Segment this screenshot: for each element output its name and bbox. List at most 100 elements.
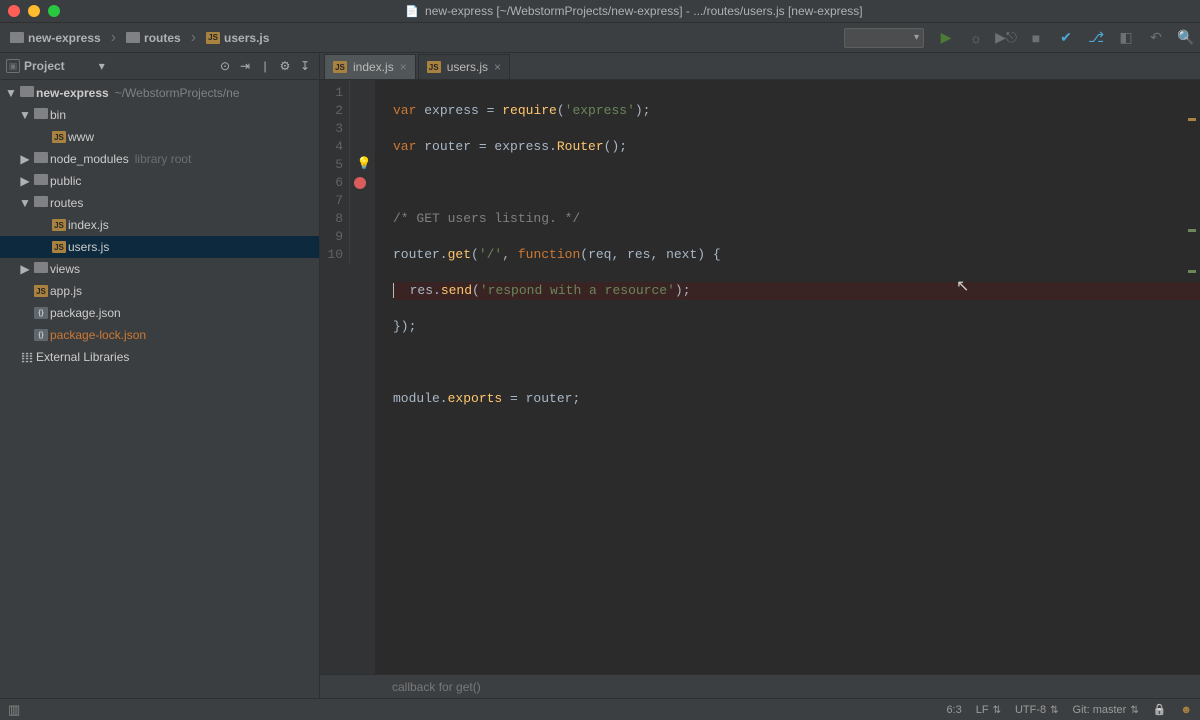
project-tree[interactable]: ▼ new-express ~/WebstormProjects/ne ▼ bi…	[0, 80, 319, 368]
tree-index-js[interactable]: index.js	[0, 214, 319, 236]
project-header: ▣ Project ▾ ⊙ ⇥ | ⚙ ↧	[0, 53, 319, 80]
minimize-window-button[interactable]	[28, 5, 40, 17]
view-mode-dropdown-icon[interactable]: ▾	[99, 59, 105, 73]
tab-label: index.js	[353, 60, 394, 74]
tree-label: package.json	[50, 306, 121, 320]
code-area[interactable]: var express = require('express'); var ro…	[375, 80, 1200, 674]
tree-routes[interactable]: ▼ routes	[0, 192, 319, 214]
tree-public[interactable]: ▶ public	[0, 170, 319, 192]
ok-marker[interactable]	[1188, 229, 1196, 232]
run-icon[interactable]: ▶	[938, 30, 954, 46]
gutter[interactable]: 1 2 3 4 5 6 7 8 9 10 💡	[320, 80, 375, 674]
folder-icon	[10, 31, 24, 45]
main-area: ▣ Project ▾ ⊙ ⇥ | ⚙ ↧ ▼ new-express ~/We…	[0, 53, 1200, 698]
js-file-icon	[427, 61, 441, 73]
tree-views[interactable]: ▶ views	[0, 258, 319, 280]
code-line[interactable]: router.get('/', function(req, res, next)…	[393, 246, 1200, 264]
encoding[interactable]: UTF-8	[1015, 704, 1059, 716]
code-line[interactable]	[393, 174, 1200, 192]
twisty-icon[interactable]: ▼	[18, 108, 32, 122]
tab-index-js[interactable]: index.js ×	[324, 54, 416, 79]
code-line[interactable]: });	[393, 318, 1200, 336]
js-file-icon	[34, 285, 48, 297]
tree-label: views	[50, 262, 80, 276]
tree-package-lock[interactable]: package-lock.json	[0, 324, 319, 346]
vcs-icon[interactable]: ⎇	[1088, 30, 1104, 46]
tree-root-label: new-express	[36, 86, 109, 100]
tree-label: External Libraries	[36, 350, 129, 364]
hide-icon[interactable]: ↧	[297, 59, 313, 73]
js-file-icon	[52, 241, 66, 253]
code-line[interactable]: module.exports = router;	[393, 390, 1200, 408]
breadcrumb-file[interactable]: users.js	[202, 29, 273, 47]
line-number: 9	[320, 228, 349, 246]
debug-icon[interactable]: ☼	[968, 30, 984, 46]
code-line[interactable]: /* GET users listing. */	[393, 210, 1200, 228]
breadcrumb-dir[interactable]: routes	[122, 29, 185, 47]
folder-icon	[20, 86, 34, 100]
update-icon[interactable]: ✔	[1058, 30, 1074, 46]
gear-icon[interactable]: ⚙	[277, 59, 293, 73]
coverage-icon[interactable]: ▶⎋	[998, 30, 1014, 46]
code-line[interactable]	[393, 354, 1200, 372]
breakpoint-marker[interactable]	[354, 177, 366, 189]
folder-icon	[34, 174, 48, 188]
tree-users-js[interactable]: users.js	[0, 236, 319, 258]
tree-label: app.js	[50, 284, 82, 298]
git-branch[interactable]: Git: master	[1073, 704, 1139, 716]
code-line[interactable]: var express = require('express');	[393, 102, 1200, 120]
tree-package-json[interactable]: package.json	[0, 302, 319, 324]
editor-body[interactable]: 1 2 3 4 5 6 7 8 9 10 💡 var express = req…	[320, 80, 1200, 674]
maximize-window-button[interactable]	[48, 5, 60, 17]
collapse-icon[interactable]: ⇥	[237, 59, 253, 73]
folder-icon	[34, 108, 48, 122]
lightbulb-icon[interactable]: 💡	[357, 157, 371, 171]
line-number: 8	[320, 210, 349, 228]
breadcrumb-root-label: new-express	[28, 31, 101, 45]
code-line[interactable]: var router = express.Router();	[393, 138, 1200, 156]
lock-icon[interactable]	[1153, 703, 1167, 716]
line-number: 7	[320, 192, 349, 210]
tool-windows-icon[interactable]	[8, 702, 20, 718]
target-icon[interactable]: ⊙	[217, 59, 233, 73]
close-icon[interactable]: ×	[400, 60, 407, 74]
run-config-select[interactable]	[844, 28, 924, 48]
tree-root[interactable]: ▼ new-express ~/WebstormProjects/ne	[0, 82, 319, 104]
twisty-icon[interactable]: ▶	[18, 152, 32, 166]
chevron-right-icon	[109, 29, 118, 47]
close-icon[interactable]: ×	[494, 60, 501, 74]
line-separator[interactable]: LF	[976, 704, 1001, 716]
breadcrumb-root[interactable]: new-express	[6, 29, 105, 47]
twisty-icon[interactable]: ▶	[18, 174, 32, 188]
twisty-icon[interactable]: ▶	[18, 262, 32, 276]
close-window-button[interactable]	[8, 5, 20, 17]
tree-www[interactable]: www	[0, 126, 319, 148]
tree-label: node_modules	[50, 152, 129, 166]
warning-marker[interactable]	[1188, 118, 1196, 121]
search-icon[interactable]: 🔍	[1178, 30, 1194, 46]
tree-label: package-lock.json	[50, 328, 146, 342]
editor-tabs: index.js × users.js ×	[320, 53, 1200, 80]
tab-users-js[interactable]: users.js ×	[418, 54, 510, 79]
error-stripe[interactable]	[1188, 82, 1198, 311]
line-number: 6	[320, 174, 349, 192]
tree-external-libraries[interactable]: External Libraries	[0, 346, 319, 368]
cursor-position[interactable]: 6:3	[946, 704, 961, 716]
run-toolbar: ▶ ☼ ▶⎋ ■ ✔ ⎇ ◧ ↶ 🔍	[938, 30, 1194, 46]
stop-icon[interactable]: ■	[1028, 30, 1044, 46]
code-line-current[interactable]: res.send('respond with a resource');	[393, 282, 1200, 300]
tool-window-indicator[interactable]: ▣	[6, 59, 20, 73]
twisty-icon[interactable]: ▼	[4, 86, 18, 100]
tree-label: routes	[50, 196, 83, 210]
tree-bin[interactable]: ▼ bin	[0, 104, 319, 126]
js-file-icon	[52, 131, 66, 143]
ok-marker[interactable]	[1188, 270, 1196, 273]
window-title: new-express [~/WebstormProjects/new-expr…	[76, 4, 1192, 18]
tree-label: www	[68, 130, 94, 144]
twisty-icon[interactable]: ▼	[18, 196, 32, 210]
inspection-icon[interactable]	[1180, 704, 1192, 716]
tree-node-modules[interactable]: ▶ node_modules library root	[0, 148, 319, 170]
tree-app-js[interactable]: app.js	[0, 280, 319, 302]
history-icon[interactable]: ◧	[1118, 30, 1134, 46]
revert-icon[interactable]: ↶	[1148, 30, 1164, 46]
